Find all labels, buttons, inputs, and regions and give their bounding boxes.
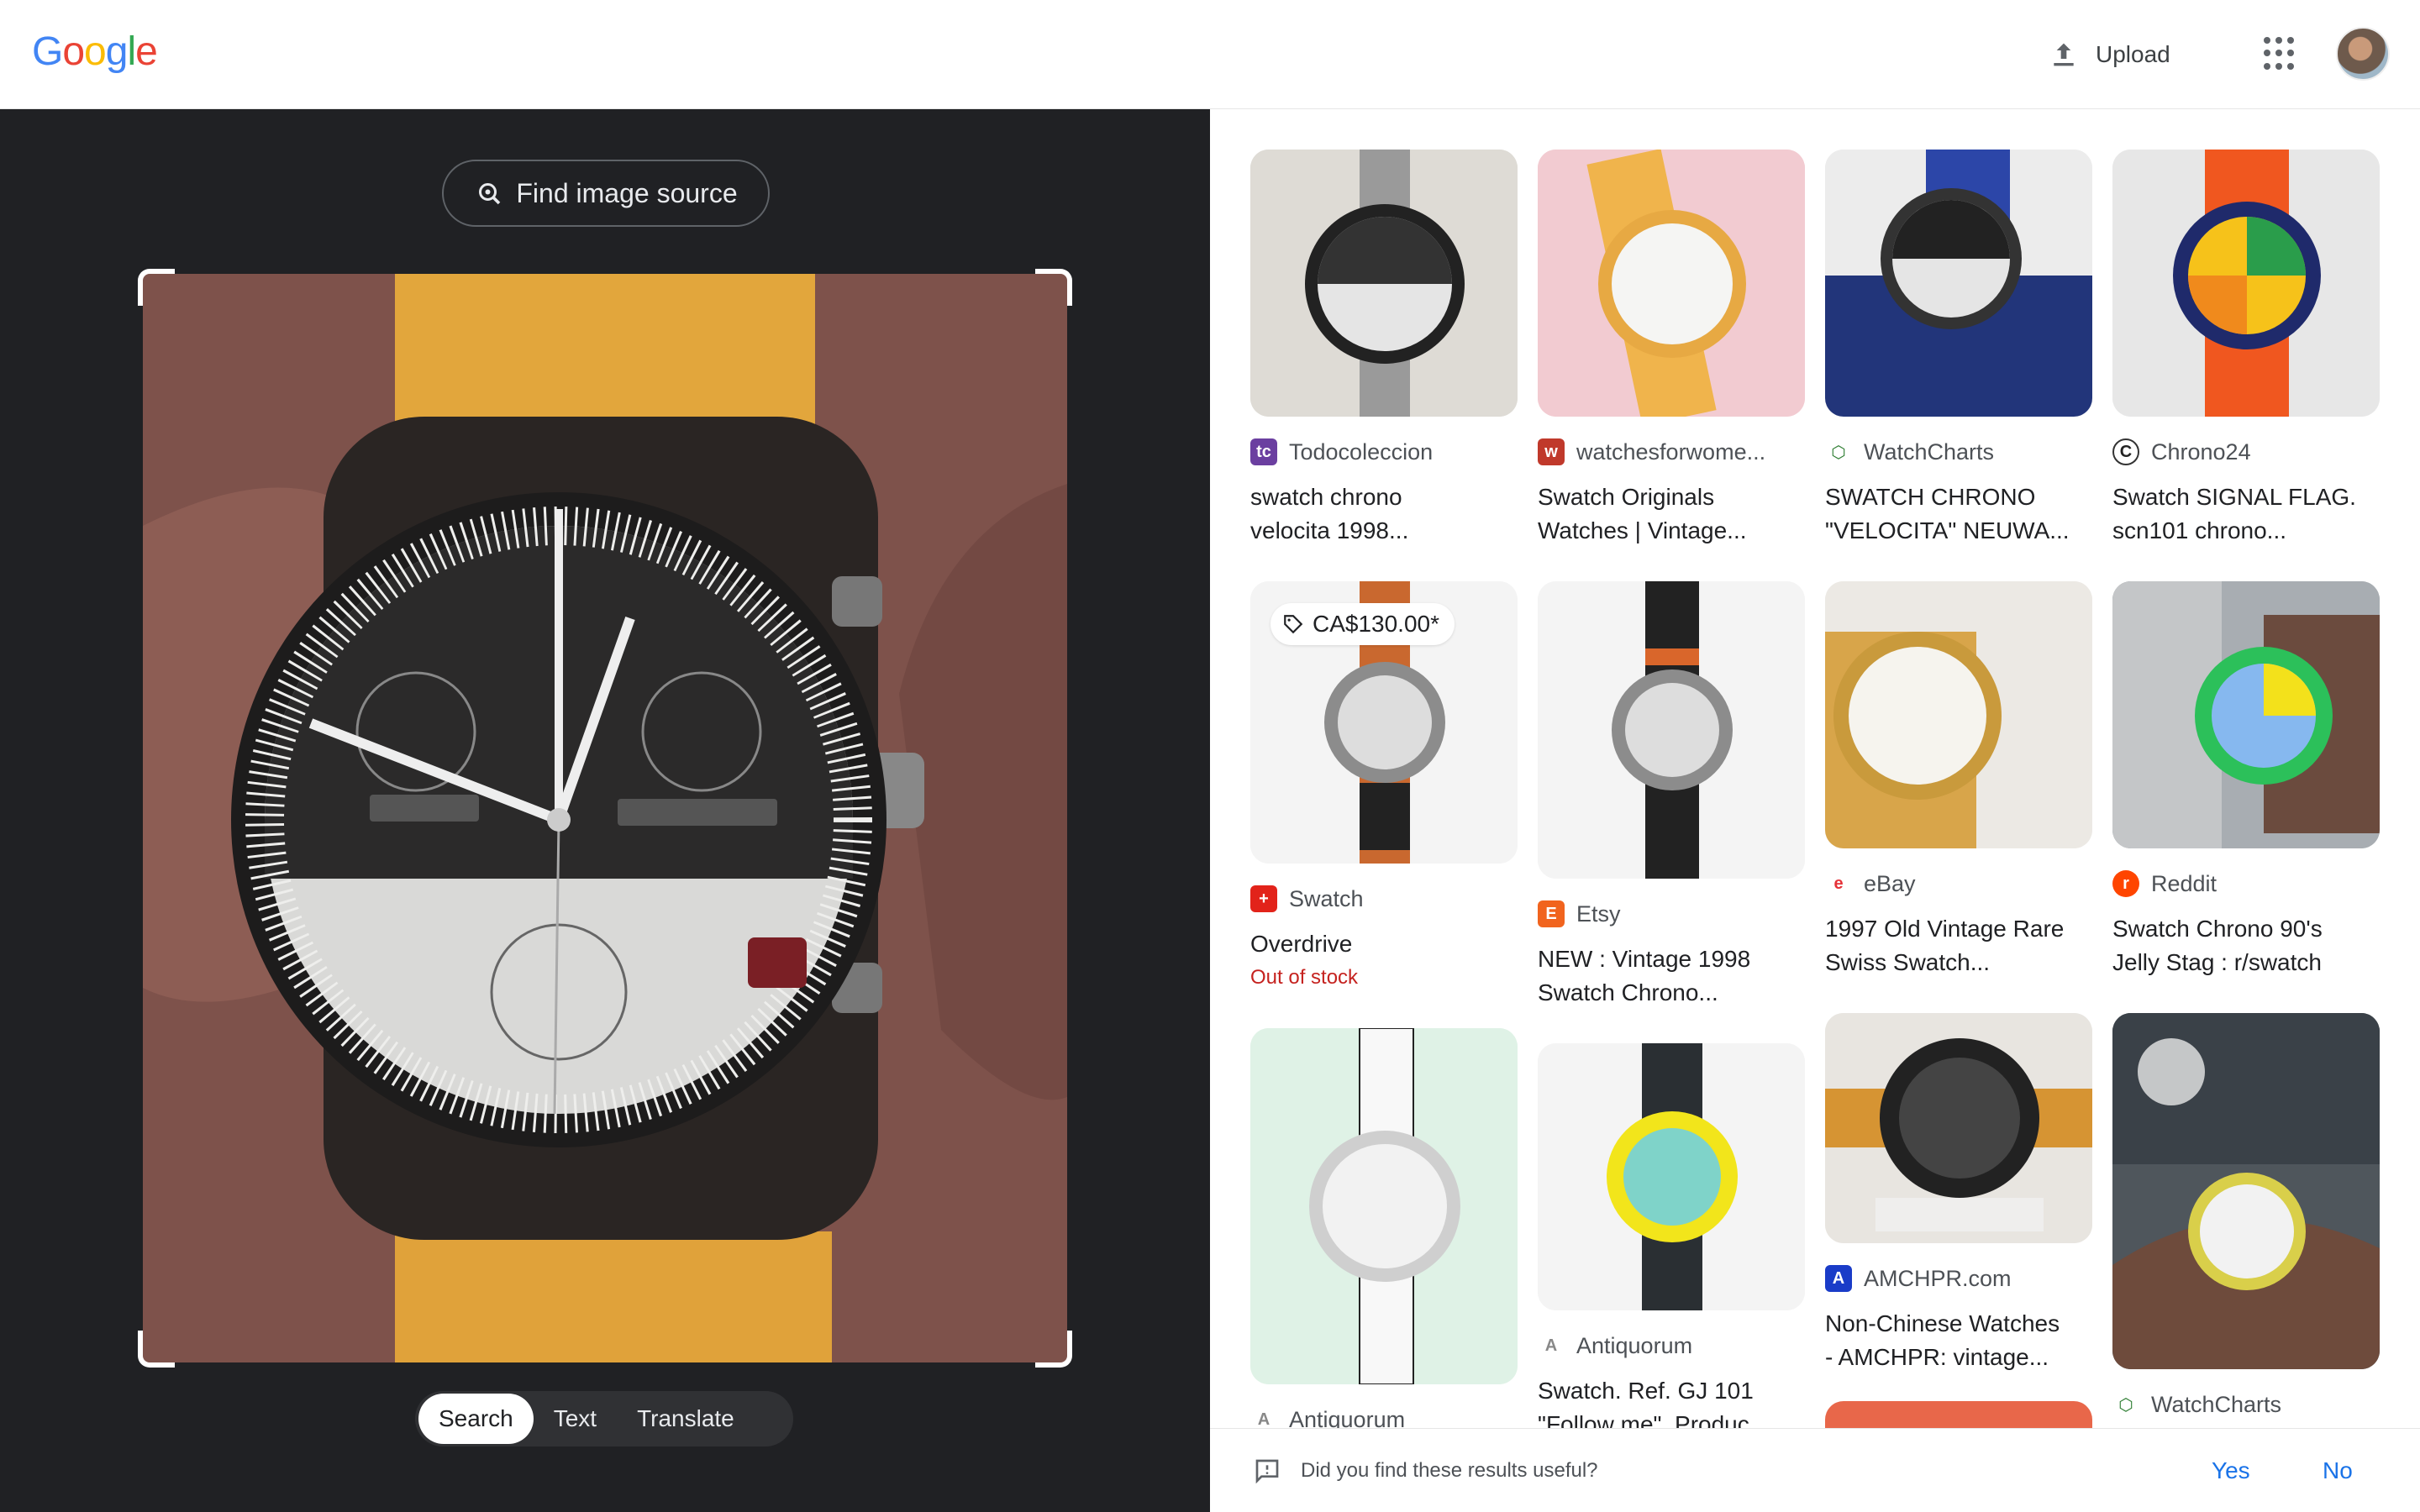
feedback-no-button[interactable]: No xyxy=(2323,1457,2353,1484)
logo-letter-g: G xyxy=(32,29,63,74)
etsy-favicon-icon: E xyxy=(1538,900,1565,927)
result-card[interactable]: A Antiquorum Swatch. Ref. GJ 101 "Follow m… xyxy=(1538,1043,1805,1441)
upload-button[interactable]: Upload xyxy=(2047,35,2170,74)
apps-grid-icon[interactable] xyxy=(2264,37,2297,71)
logo-letter-l: l xyxy=(127,29,136,74)
logo-letter-o2: o xyxy=(84,29,107,74)
result-thumbnail[interactable]: CA$130.00* xyxy=(1250,581,1518,864)
result-thumbnail[interactable] xyxy=(2112,1013,2380,1369)
result-title[interactable]: NEW : Vintage 1998 Swatch Chrono... xyxy=(1538,942,1805,1010)
reddit-favicon-icon: r xyxy=(2112,870,2139,897)
result-thumbnail[interactable] xyxy=(1825,1013,2092,1243)
swatch-favicon-icon: + xyxy=(1250,885,1277,912)
account-avatar[interactable] xyxy=(2336,27,2390,81)
result-source[interactable]: tc Todocoleccion xyxy=(1250,438,1518,465)
result-card[interactable]: A AMCHPR.com Non-Chinese Watches - AMCHPR:… xyxy=(1825,1013,2092,1374)
watchcharts-favicon-icon: ⬡ xyxy=(2112,1391,2139,1418)
logo-letter-e: e xyxy=(135,29,158,74)
mode-search-tab[interactable]: Search xyxy=(418,1394,534,1444)
result-card[interactable]: A Antiquorum xyxy=(1250,1028,1518,1433)
logo-letter-g2: g xyxy=(105,29,129,74)
image-viewer-panel: Find image source Search Text Translate xyxy=(0,109,1210,1512)
antiquorum-favicon-icon: A xyxy=(1538,1332,1565,1359)
result-thumbnail[interactable] xyxy=(2112,150,2380,417)
result-title[interactable]: Non-Chinese Watches - AMCHPR: vintage... xyxy=(1825,1307,2092,1374)
ebay-favicon-icon: e xyxy=(1825,870,1852,897)
result-title[interactable]: 1997 Old Vintage Rare Swiss Swatch... xyxy=(1825,912,2092,979)
crop-corner-bottom-left[interactable] xyxy=(138,1331,175,1368)
result-card[interactable]: ⬡ WatchCharts xyxy=(2112,1013,2380,1418)
price-tag-icon xyxy=(1284,615,1303,634)
result-thumbnail[interactable] xyxy=(1250,1028,1518,1384)
result-thumbnail[interactable] xyxy=(1250,150,1518,417)
feedback-bar: Did you find these results useful? Yes N… xyxy=(1210,1428,2420,1512)
result-source[interactable]: E Etsy xyxy=(1538,900,1805,927)
feedback-icon xyxy=(1255,1459,1279,1484)
result-card[interactable]: e eBay 1997 Old Vintage Rare Swiss Swatch.… xyxy=(1825,581,2092,979)
chrono24-favicon-icon: C xyxy=(2112,438,2139,465)
google-logo[interactable]: Google xyxy=(32,29,158,75)
find-image-source-label: Find image source xyxy=(516,177,738,208)
result-source[interactable]: + Swatch xyxy=(1250,885,1518,912)
result-card[interactable]: w watchesforwome... Swatch Originals Watch… xyxy=(1538,150,1805,548)
result-source[interactable]: A AMCHPR.com xyxy=(1825,1265,2092,1292)
watch-photo xyxy=(143,274,1067,1362)
result-title[interactable]: Overdrive xyxy=(1250,927,1518,961)
find-image-source-button[interactable]: Find image source xyxy=(442,160,770,227)
logo-letter-o1: o xyxy=(62,29,85,74)
result-thumbnail[interactable] xyxy=(1825,581,2092,848)
upload-label: Upload xyxy=(2096,41,2170,67)
mode-switcher: Search Text Translate xyxy=(415,1391,793,1446)
mode-translate-tab[interactable]: Translate xyxy=(617,1394,755,1444)
stock-status: Out of stock xyxy=(1250,966,1359,989)
result-title[interactable]: Swatch Chrono 90's Jelly Stag : r/swatch xyxy=(2112,912,2380,979)
result-card[interactable]: CA$130.00* + Swatch Overdrive Out of stoc… xyxy=(1250,581,1518,990)
result-source[interactable]: ⬡ WatchCharts xyxy=(1825,438,2092,465)
result-title[interactable]: Swatch SIGNAL FLAG. scn101 chrono... xyxy=(2112,480,2380,548)
query-image[interactable] xyxy=(143,274,1067,1362)
price-badge: CA$130.00* xyxy=(1270,603,1455,645)
crop-corner-top-left[interactable] xyxy=(138,269,175,306)
upload-icon xyxy=(2054,43,2074,66)
visual-matches-panel: tc Todocoleccion swatch chrono velocita 19… xyxy=(1210,109,2420,1512)
feedback-yes-button[interactable]: Yes xyxy=(2212,1457,2250,1484)
crop-corner-bottom-right[interactable] xyxy=(1035,1331,1072,1368)
top-bar: Google Upload xyxy=(0,0,2420,109)
result-source[interactable]: w watchesforwome... xyxy=(1538,438,1805,465)
result-card[interactable]: ⬡ WatchCharts SWATCH CHRONO "VELOCITA" NEU… xyxy=(1825,150,2092,548)
result-source[interactable]: ⬡ WatchCharts xyxy=(2112,1391,2380,1418)
result-thumbnail[interactable] xyxy=(1538,1043,1805,1310)
result-title[interactable]: Swatch Originals Watches | Vintage... xyxy=(1538,480,1805,548)
mode-text-tab[interactable]: Text xyxy=(534,1394,617,1444)
result-card[interactable]: tc Todocoleccion swatch chrono velocita 19… xyxy=(1250,150,1518,548)
result-source[interactable]: r Reddit xyxy=(2112,870,2380,897)
lens-search-icon xyxy=(479,183,501,205)
result-card[interactable]: C Chrono24 Swatch SIGNAL FLAG. scn101 chro… xyxy=(2112,150,2380,548)
result-title[interactable]: SWATCH CHRONO "VELOCITA" NEUWA... xyxy=(1825,480,2092,548)
result-source[interactable]: A Antiquorum xyxy=(1538,1332,1805,1359)
result-source[interactable]: e eBay xyxy=(1825,870,2092,897)
result-thumbnail[interactable] xyxy=(1538,581,1805,879)
feedback-question: Did you find these results useful? xyxy=(1301,1459,1598,1482)
result-thumbnail[interactable] xyxy=(1825,150,2092,417)
result-card[interactable]: r Reddit Swatch Chrono 90's Jelly Stag : r… xyxy=(2112,581,2380,979)
result-thumbnail[interactable] xyxy=(1538,150,1805,417)
result-card[interactable]: E Etsy NEW : Vintage 1998 Swatch Chrono... xyxy=(1538,581,1805,1010)
todocoleccion-favicon-icon: tc xyxy=(1250,438,1277,465)
result-thumbnail[interactable] xyxy=(2112,581,2380,848)
result-source[interactable]: C Chrono24 xyxy=(2112,438,2380,465)
result-title[interactable]: swatch chrono velocita 1998... xyxy=(1250,480,1518,548)
crop-corner-top-right[interactable] xyxy=(1035,269,1072,306)
watchcharts-favicon-icon: ⬡ xyxy=(1825,438,1852,465)
amchpr-favicon-icon: A xyxy=(1825,1265,1852,1292)
watchesforwomen-favicon-icon: w xyxy=(1538,438,1565,465)
